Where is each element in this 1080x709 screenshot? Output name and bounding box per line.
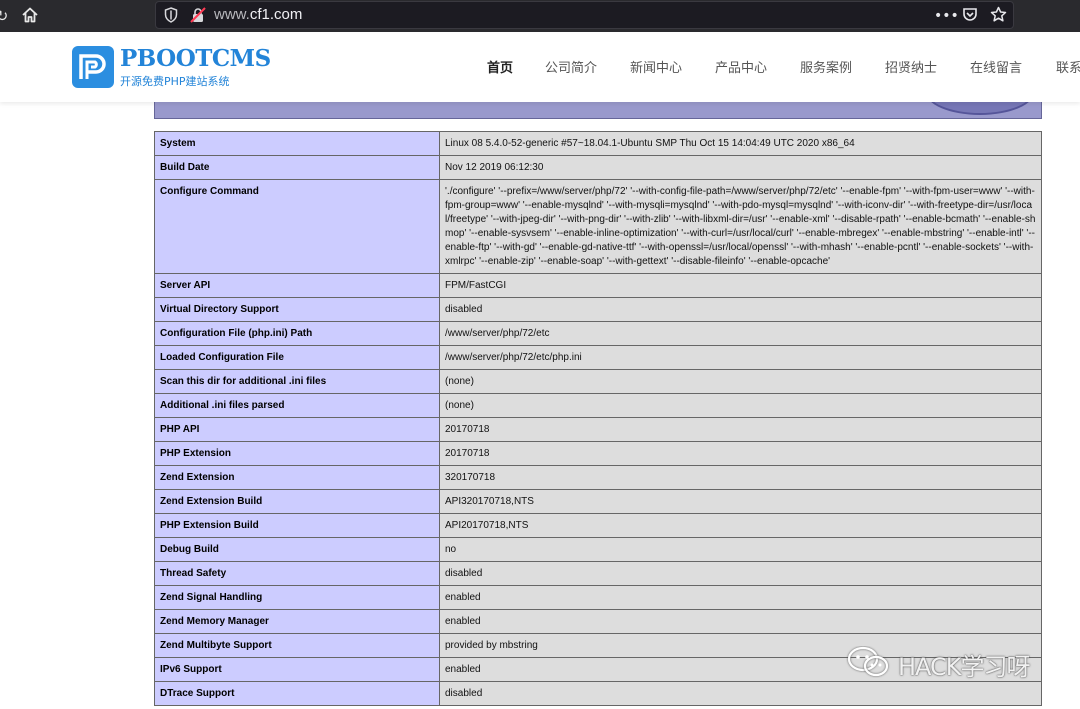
phpinfo-directive-value: Nov 12 2019 06:12:30 [439, 155, 1042, 180]
phpinfo-row: Zend Extension 320170718 [154, 465, 1042, 490]
logo-name: PBOOTCMS [120, 45, 271, 72]
nav-item-products[interactable]: 产品中心 [715, 59, 767, 79]
phpinfo-row: Zend Extension Build API320170718,NTS [154, 489, 1042, 514]
phpinfo-directive-value: (none) [439, 393, 1042, 418]
phpinfo-row: PHP Extension 20170718 [154, 441, 1042, 466]
phpinfo-row: Zend Memory Manager enabled [154, 609, 1042, 634]
phpinfo-directive-value: disabled [439, 681, 1042, 706]
page-actions-menu-icon[interactable]: ••• [934, 6, 959, 26]
phpinfo-directive-name: Additional .ini files parsed [154, 393, 440, 418]
phpinfo-row: Zend Signal Handling enabled [154, 585, 1042, 610]
phpinfo-row: Loaded Configuration File/www/server/php… [154, 345, 1042, 370]
url-prefix: www. [214, 6, 250, 23]
phpinfo-directive-name: PHP Extension Build [154, 513, 440, 538]
logo-tagline: 开源免费PHP建站系统 [120, 75, 230, 88]
nav-item-message[interactable]: 在线留言 [970, 59, 1022, 79]
phpinfo-directive-name: Server API [154, 273, 440, 298]
logo-mark-icon [72, 46, 114, 88]
phpinfo-row: Configure Command './configure' '--prefix… [154, 179, 1042, 274]
phpinfo-directive-name: Configure Command [154, 179, 440, 274]
nav-item-contact[interactable]: 联系 [1056, 59, 1080, 79]
address-bar[interactable]: www.cf1.com ••• [155, 1, 1014, 29]
phpinfo-directive-value: disabled [439, 561, 1042, 586]
phpinfo-row: Server API FPM/FastCGI [154, 273, 1042, 298]
phpinfo-directive-name: Zend Memory Manager [154, 609, 440, 634]
phpinfo-directive-value: Linux 08 5.4.0-52-generic #57~18.04.1-Ub… [439, 131, 1042, 156]
phpinfo-row: Thread Safety disabled [154, 561, 1042, 586]
url-text[interactable]: www.cf1.com [214, 2, 302, 28]
phpinfo-row: Debug Build no [154, 537, 1042, 562]
phpinfo-directive-value: API20170718,NTS [439, 513, 1042, 538]
phpinfo-directive-value: /www/server/php/72/etc [439, 321, 1042, 346]
phpinfo-row: System Linux 08 5.4.0-52-generic #57~18.0… [154, 131, 1042, 156]
pocket-icon[interactable] [960, 6, 980, 26]
phpinfo-directive-value: API320170718,NTS [439, 489, 1042, 514]
bookmark-star-icon[interactable] [988, 6, 1008, 26]
phpinfo-directive-value: (none) [439, 369, 1042, 394]
nav-item-about[interactable]: 公司简介 [545, 59, 597, 79]
phpinfo-directive-value: enabled [439, 609, 1042, 634]
phpinfo-directive-value: './configure' '--prefix=/www/server/php/… [439, 179, 1042, 274]
phpinfo-directive-value: 320170718 [439, 465, 1042, 490]
phpinfo-row: Virtual Directory Support disabled [154, 297, 1042, 322]
phpinfo-directive-name: PHP Extension [154, 441, 440, 466]
phpinfo-directive-name: Zend Signal Handling [154, 585, 440, 610]
wechat-icon [846, 646, 892, 678]
phpinfo-directive-value: disabled [439, 297, 1042, 322]
phpinfo-row: Configuration File (php.ini) Path/www/se… [154, 321, 1042, 346]
phpinfo-directive-value: /www/server/php/72/etc/php.ini [439, 345, 1042, 370]
phpinfo-directive-name: Virtual Directory Support [154, 297, 440, 322]
phpinfo-row: Additional .ini files parsed (none) [154, 393, 1042, 418]
url-host: cf1.com [249, 6, 303, 23]
watermark-text: HACK学习呀 [898, 653, 1031, 681]
reload-icon[interactable]: ↻ [0, 6, 12, 26]
phpinfo-row: DTrace Support disabled [154, 681, 1042, 706]
phpinfo-row: PHP Extension Build API20170718,NTS [154, 513, 1042, 538]
phpinfo-directive-name: DTrace Support [154, 681, 440, 706]
phpinfo-directive-name: Debug Build [154, 537, 440, 562]
phpinfo-directive-value: FPM/FastCGI [439, 273, 1042, 298]
phpinfo-directive-name: Scan this dir for additional .ini files [154, 369, 440, 394]
home-icon[interactable] [20, 6, 40, 26]
phpinfo-directive-name: Configuration File (php.ini) Path [154, 321, 440, 346]
site-logo[interactable]: PBOOTCMS 开源免费PHP建站系统 [62, 42, 271, 92]
phpinfo-directive-name: Thread Safety [154, 561, 440, 586]
nav-item-news[interactable]: 新闻中心 [630, 59, 682, 79]
site-header: PBOOTCMS 开源免费PHP建站系统 首页 公司简介 新闻中心 产品中心 服… [0, 34, 1080, 102]
phpinfo-directive-name: PHP API [154, 417, 440, 442]
phpinfo-directive-name: Zend Extension [154, 465, 440, 490]
phpinfo-directive-name: Loaded Configuration File [154, 345, 440, 370]
nav-item-jobs[interactable]: 招贤纳士 [885, 59, 937, 79]
phpinfo-row: Build Date Nov 12 2019 06:12:30 [154, 155, 1042, 180]
nav-item-home[interactable]: 首页 [487, 59, 513, 79]
phpinfo-directive-value: 20170718 [439, 417, 1042, 442]
tracking-protection-icon[interactable] [164, 7, 178, 23]
phpinfo-directive-value: 20170718 [439, 441, 1042, 466]
phpinfo-directive-name: IPv6 Support [154, 657, 440, 682]
phpinfo-row: PHP API 20170718 [154, 417, 1042, 442]
nav-item-cases[interactable]: 服务案例 [800, 59, 852, 79]
phpinfo-row: Scan this dir for additional .ini files(… [154, 369, 1042, 394]
phpinfo-directive-value: no [439, 537, 1042, 562]
phpinfo-directive-name: Zend Extension Build [154, 489, 440, 514]
phpinfo-directive-name: System [154, 131, 440, 156]
browser-toolbar: ↻ www.cf1.com ••• [0, 0, 1080, 32]
phpinfo-table: System Linux 08 5.4.0-52-generic #57~18.0… [154, 131, 1042, 706]
phpinfo-directive-name: Zend Multibyte Support [154, 633, 440, 658]
phpinfo-directive-value: enabled [439, 585, 1042, 610]
phpinfo-directive-name: Build Date [154, 155, 440, 180]
insecure-lock-icon[interactable] [190, 7, 206, 23]
